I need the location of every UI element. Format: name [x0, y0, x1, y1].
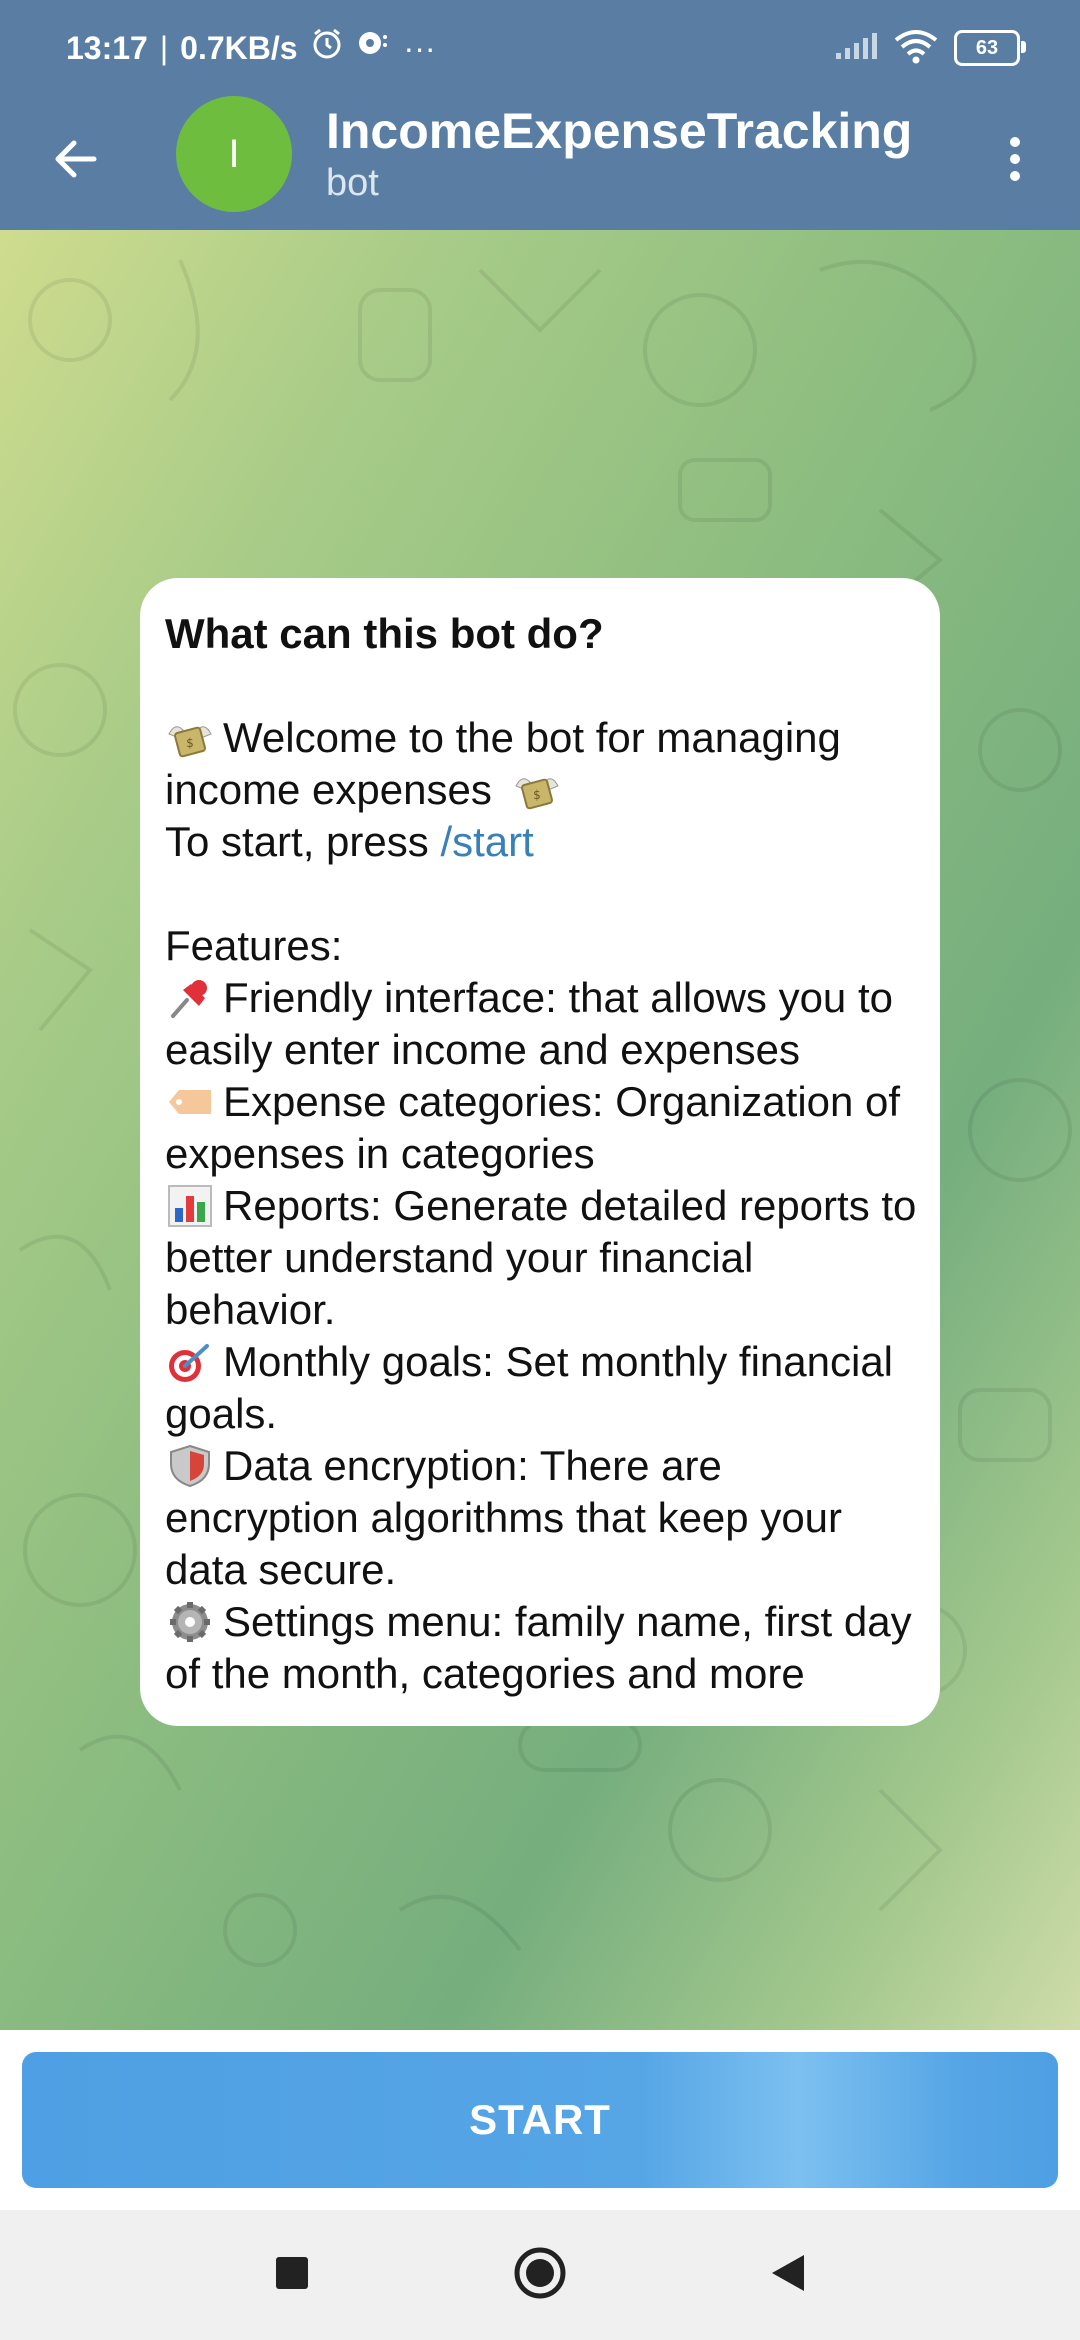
money-with-wings-icon: $ [168, 726, 212, 758]
start-prefix-text: To start, press [165, 818, 429, 865]
feature-item: Monthly goals: Set monthly financial goa… [165, 1336, 918, 1440]
square-icon [276, 2256, 308, 2289]
chat-subtitle: bot [326, 162, 379, 204]
feature-item: Expense categories: Organization of expe… [165, 1076, 918, 1180]
feature-item: Data encryption: There are encryption al… [165, 1440, 918, 1596]
chat-header: I IncomeExpenseTracking bot [0, 96, 1080, 230]
status-right: 63 [834, 28, 1026, 69]
triangle-back-icon [772, 2254, 804, 2291]
features-label: Features: [165, 922, 343, 969]
feature-text: Expense categories: Organization of expe… [165, 1078, 901, 1177]
start-button[interactable]: START [22, 2052, 1058, 2188]
more-notifications-icon: ··· [403, 29, 436, 66]
feature-text: Monthly goals: Set monthly financial goa… [165, 1338, 894, 1437]
back-arrow-icon [55, 140, 97, 178]
battery-indicator: 63 [954, 30, 1026, 66]
recents-button[interactable] [272, 2253, 312, 2298]
feature-text: Settings menu: family name, first day of… [165, 1598, 912, 1697]
bot-info-title: What can this bot do? [165, 610, 604, 657]
signal-icon [834, 31, 878, 66]
wifi-icon [892, 28, 940, 69]
welcome-line: $ Welcome to the bot for managing income … [165, 712, 918, 816]
feature-text: Data encryption: There are encryption al… [165, 1442, 843, 1593]
start-instruction: To start, press /start [165, 816, 918, 868]
feature-text: Reports: Generate detailed reports to be… [165, 1182, 917, 1333]
svg-text:$: $ [186, 736, 194, 750]
status-left: 13:17 | 0.7KB/s ··· [66, 27, 436, 69]
more-options-button[interactable] [980, 124, 1050, 194]
bottom-action-bar: START [0, 2030, 1080, 2210]
circle-icon [514, 2247, 566, 2298]
chat-background: What can this bot do? $ Welcome to the bo… [0, 230, 1080, 2030]
bot-avatar[interactable]: I [176, 96, 292, 212]
start-command-link[interactable]: /start [440, 818, 533, 865]
vertical-dots-icon [1010, 137, 1020, 181]
bot-info-bubble: What can this bot do? $ Welcome to the bo… [140, 578, 940, 1726]
telegram-bot-screen: 13:17 | 0.7KB/s ··· 63 I IncomeExpenseTr… [0, 0, 1080, 2340]
gear-icon [170, 1602, 210, 1642]
network-speed: 0.7KB/s [180, 29, 298, 66]
feature-text: Friendly interface: that allows you to e… [165, 974, 893, 1073]
money-with-wings-icon: $ [514, 778, 559, 810]
home-button[interactable] [512, 2245, 568, 2306]
svg-text:$: $ [533, 788, 541, 802]
system-navigation-bar [0, 2210, 1080, 2340]
status-bar: 13:17 | 0.7KB/s ··· 63 [0, 0, 1080, 96]
status-time: 13:17 [66, 29, 148, 66]
feature-item: Friendly interface: that allows you to e… [165, 972, 918, 1076]
target-dart-icon [169, 1344, 209, 1382]
chat-notification-icon [356, 27, 392, 69]
welcome-text: Welcome to the bot for managing income e… [165, 714, 841, 813]
feature-item: Reports: Generate detailed reports to be… [165, 1180, 918, 1336]
status-separator: | [159, 29, 169, 66]
shield-icon [170, 1444, 210, 1488]
back-nav-button[interactable] [768, 2251, 808, 2300]
alarm-icon [310, 27, 344, 69]
pushpin-icon [171, 980, 207, 1018]
back-button[interactable] [40, 124, 110, 194]
label-tag-icon [169, 1090, 211, 1114]
bar-chart-icon [168, 1185, 212, 1227]
feature-item: Settings menu: family name, first day of… [165, 1596, 918, 1700]
chat-title[interactable]: IncomeExpenseTracking [326, 102, 912, 160]
